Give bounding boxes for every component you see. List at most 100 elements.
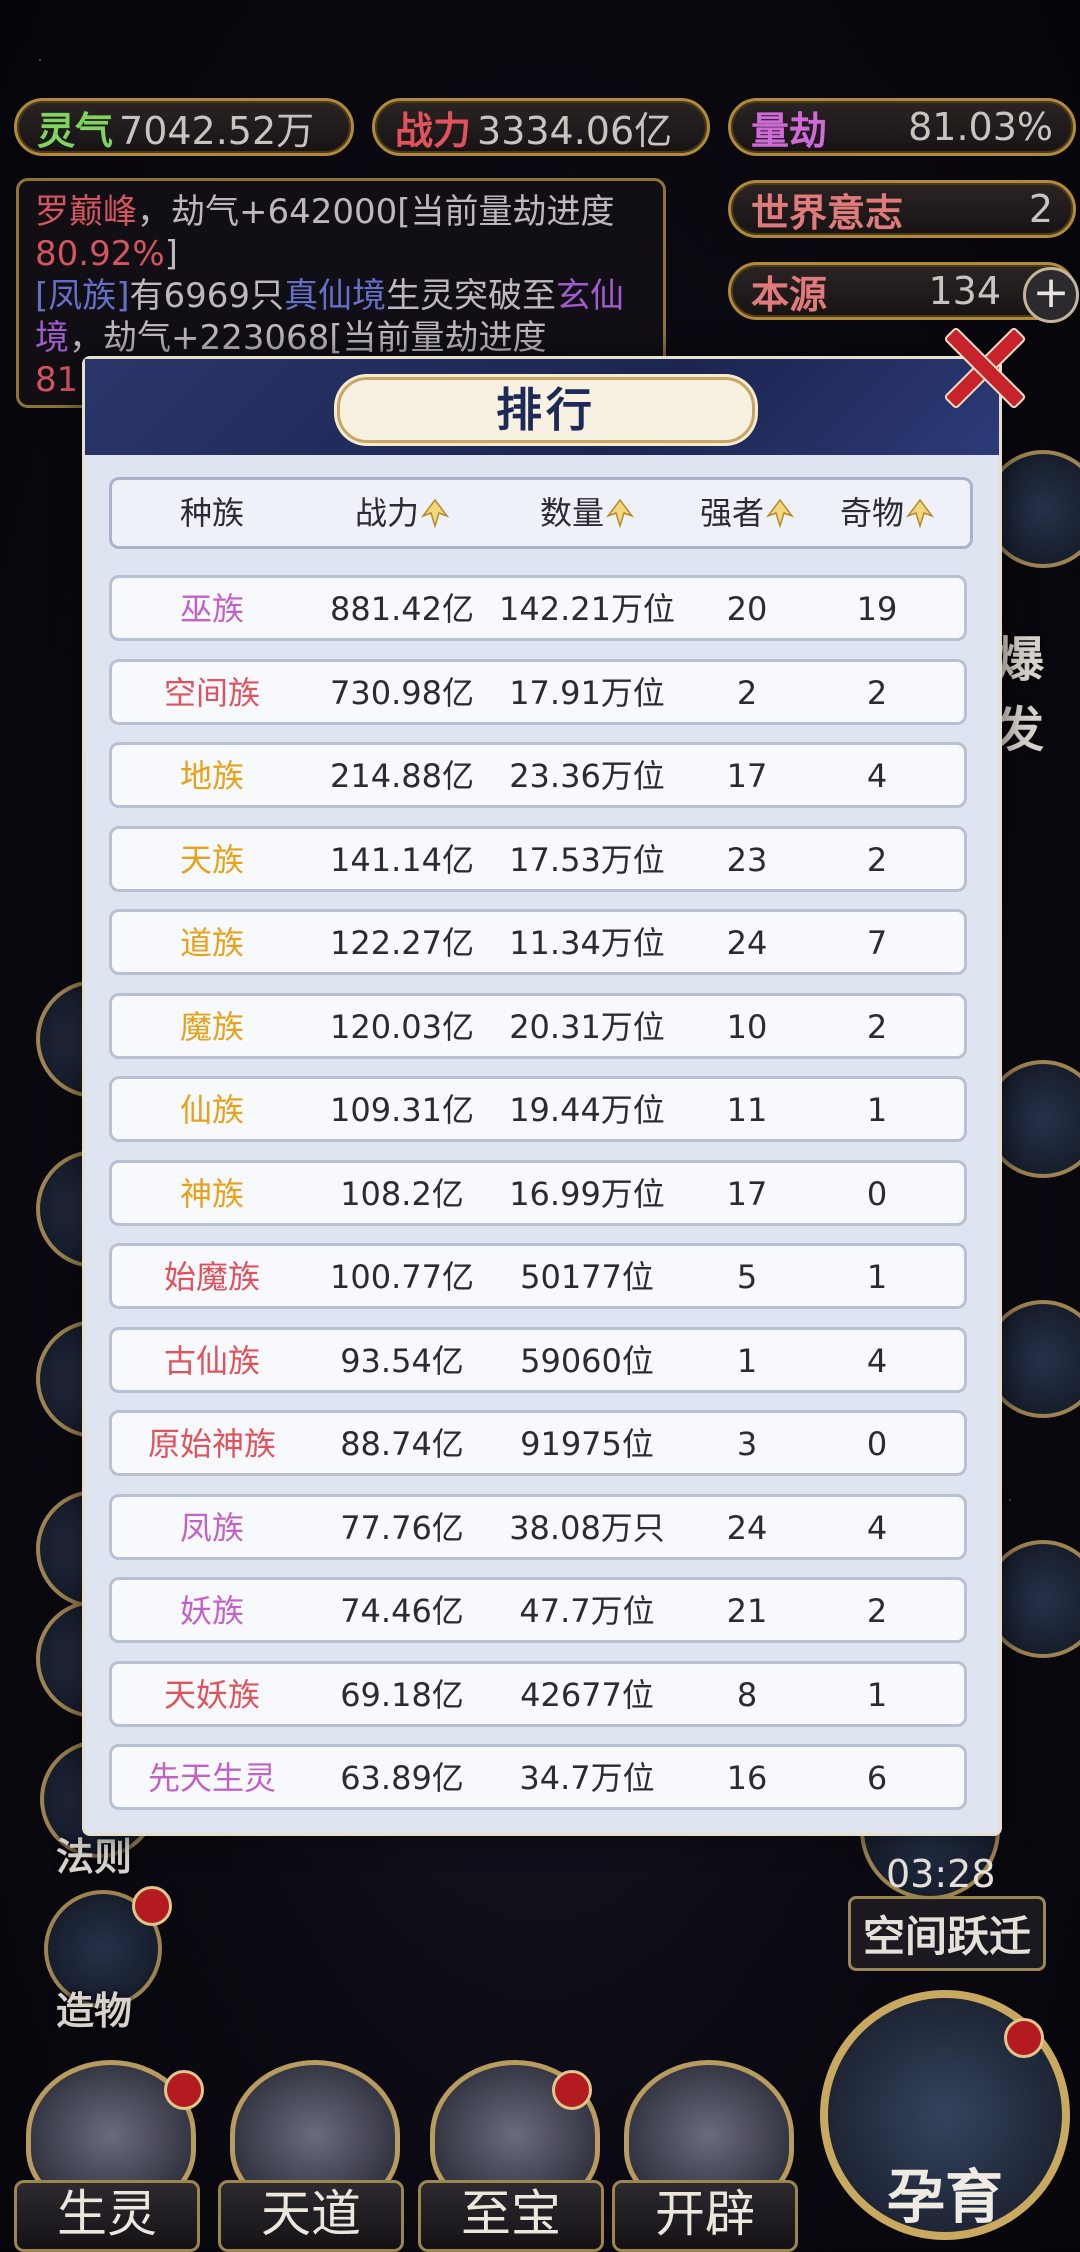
strong-value: 8 xyxy=(736,1675,758,1714)
count-value: 42677位 xyxy=(520,1675,654,1714)
table-row: 巫族 881.42亿 142.21万位 20 19 xyxy=(109,575,967,641)
add-source-button[interactable]: + xyxy=(1023,267,1079,323)
space-jump-button[interactable]: 空间跃迁 xyxy=(848,1896,1047,1971)
power-value: 77.76亿 xyxy=(340,1508,464,1547)
bao-fa-label-fragment: 爆发 xyxy=(996,632,1045,758)
strong-value: 16 xyxy=(726,1759,768,1797)
count-value: 50177位 xyxy=(520,1258,654,1296)
sort-arrow-icon xyxy=(605,484,635,529)
column-race: 种族 xyxy=(179,494,244,532)
nav-tian-dao[interactable]: 天道 xyxy=(218,2060,404,2252)
space-jump-timer: 03:28 xyxy=(886,1852,996,1896)
count-value: 19.44万位 xyxy=(509,1091,665,1129)
power-value: 88.74亿 xyxy=(340,1425,464,1463)
power-value: 120.03亿 xyxy=(330,1007,474,1046)
power-value: 100.77亿 xyxy=(330,1258,474,1296)
relic-value: 1 xyxy=(866,1091,888,1129)
column-count[interactable]: 数量 xyxy=(492,480,682,546)
race-name: 原始神族 xyxy=(147,1425,276,1463)
liangjie-value: 81.03% xyxy=(908,105,1053,149)
count-value: 17.53万位 xyxy=(509,840,665,879)
race-name: 地族 xyxy=(179,757,244,795)
power-value: 730.98亿 xyxy=(330,673,474,712)
power-value: 122.27亿 xyxy=(330,924,474,962)
liangjie-stat[interactable]: 量劫 81.03% xyxy=(728,98,1076,156)
relic-value: 1 xyxy=(866,1258,888,1296)
race-name: 神族 xyxy=(179,1174,244,1213)
tian-dao-label: 天道 xyxy=(218,2180,404,2252)
relic-value: 2 xyxy=(866,1592,888,1630)
power-value: 214.88亿 xyxy=(330,757,474,795)
race-name: 妖族 xyxy=(179,1592,244,1630)
lingqi-stat: 灵气 7042.52万 xyxy=(14,98,354,156)
strong-value: 24 xyxy=(726,924,768,962)
strong-value: 17 xyxy=(726,757,768,795)
column-strong[interactable]: 强者 xyxy=(682,480,812,546)
source-value: 134 xyxy=(928,269,1001,313)
race-name: 天妖族 xyxy=(163,1675,260,1714)
nav-kai-pi[interactable]: 开辟 xyxy=(612,2060,798,2252)
lingqi-value: 7042.52万 xyxy=(119,108,315,153)
ranking-list[interactable]: 巫族 881.42亿 142.21万位 20 19 空间族 730.98亿 17.91万位 2 2… xyxy=(109,575,967,1815)
strong-value: 11 xyxy=(726,1091,768,1129)
zhi-bao-label: 至宝 xyxy=(418,2180,604,2252)
relic-value: 19 xyxy=(856,590,898,628)
count-value: 34.7万位 xyxy=(519,1759,655,1797)
count-value: 16.99万位 xyxy=(509,1174,665,1213)
power-value: 109.31亿 xyxy=(330,1091,474,1129)
table-row: 魔族 120.03亿 20.31万位 10 2 xyxy=(109,992,967,1059)
race-name: 仙族 xyxy=(179,1091,244,1129)
strong-value: 24 xyxy=(726,1508,768,1547)
relic-value: 6 xyxy=(866,1759,888,1797)
power-value: 69.18亿 xyxy=(340,1675,464,1714)
nav-zhi-bao[interactable]: 至宝 xyxy=(418,2060,604,2252)
race-name: 先天生灵 xyxy=(147,1759,276,1797)
count-value: 20.31万位 xyxy=(509,1007,665,1046)
relic-value: 4 xyxy=(866,757,888,795)
count-value: 91975位 xyxy=(520,1425,654,1463)
power-value: 108.2亿 xyxy=(340,1174,464,1213)
column-power[interactable]: 战力 xyxy=(312,480,492,546)
yun-yu-label: 孕育 xyxy=(886,2163,1003,2231)
race-name: 始魔族 xyxy=(163,1258,260,1296)
strong-value: 10 xyxy=(726,1007,768,1046)
table-row: 始魔族 100.77亿 50177位 5 1 xyxy=(109,1243,967,1309)
log-line-3: [凤族]有6969只真仙境生灵突破至玄仙 xyxy=(35,276,625,316)
relic-value: 2 xyxy=(866,840,888,879)
table-row: 先天生灵 63.89亿 34.7万位 16 6 xyxy=(109,1744,967,1810)
table-row: 仙族 109.31亿 19.44万位 11 1 xyxy=(109,1076,967,1142)
count-value: 142.21万位 xyxy=(499,590,675,628)
nav-sheng-ling[interactable]: 生灵 xyxy=(14,2060,204,2252)
nav-yun-yu[interactable]: 孕育 xyxy=(820,1990,1070,2240)
relic-value: 4 xyxy=(866,1341,888,1380)
sort-arrow-icon xyxy=(905,484,935,529)
race-name: 古仙族 xyxy=(163,1341,260,1380)
power-value: 63.89亿 xyxy=(340,1759,464,1797)
power-value: 881.42亿 xyxy=(330,590,474,628)
strong-value: 23 xyxy=(726,840,768,879)
close-icon[interactable] xyxy=(938,318,1024,404)
column-relic[interactable]: 奇物 xyxy=(812,480,962,546)
relic-value: 0 xyxy=(866,1425,888,1463)
count-value: 47.7万位 xyxy=(519,1592,655,1630)
ranking-header-row: 种族 战力 数量 强者 奇物 xyxy=(109,477,973,549)
relic-value: 1 xyxy=(866,1675,888,1714)
zao-wu-notification-dot xyxy=(132,1886,172,1926)
table-row: 地族 214.88亿 23.36万位 17 4 xyxy=(109,742,967,808)
power-value: 74.46亿 xyxy=(340,1592,464,1630)
relic-value: 2 xyxy=(866,1007,888,1046)
table-row: 凤族 77.76亿 38.08万只 24 4 xyxy=(109,1493,967,1560)
sort-arrow-icon xyxy=(420,484,450,529)
table-row: 空间族 730.98亿 17.91万位 2 2 xyxy=(109,658,967,725)
source-label: 本源 xyxy=(751,272,828,317)
table-row: 天族 141.14亿 17.53万位 23 2 xyxy=(109,825,967,892)
table-row: 天妖族 69.18亿 42677位 8 1 xyxy=(109,1660,967,1727)
log-line-4: 境，劫气+223068[当前量劫进度 xyxy=(35,318,547,358)
power-value: 141.14亿 xyxy=(330,840,474,879)
table-row: 原始神族 88.74亿 91975位 3 0 xyxy=(109,1410,967,1476)
zhanli-stat: 战力 3334.06亿 xyxy=(372,98,710,156)
race-name: 空间族 xyxy=(163,673,260,712)
world-will-stat[interactable]: 世界意志 2 xyxy=(728,180,1076,238)
sheng-ling-label: 生灵 xyxy=(14,2180,200,2252)
race-name: 魔族 xyxy=(179,1007,244,1046)
